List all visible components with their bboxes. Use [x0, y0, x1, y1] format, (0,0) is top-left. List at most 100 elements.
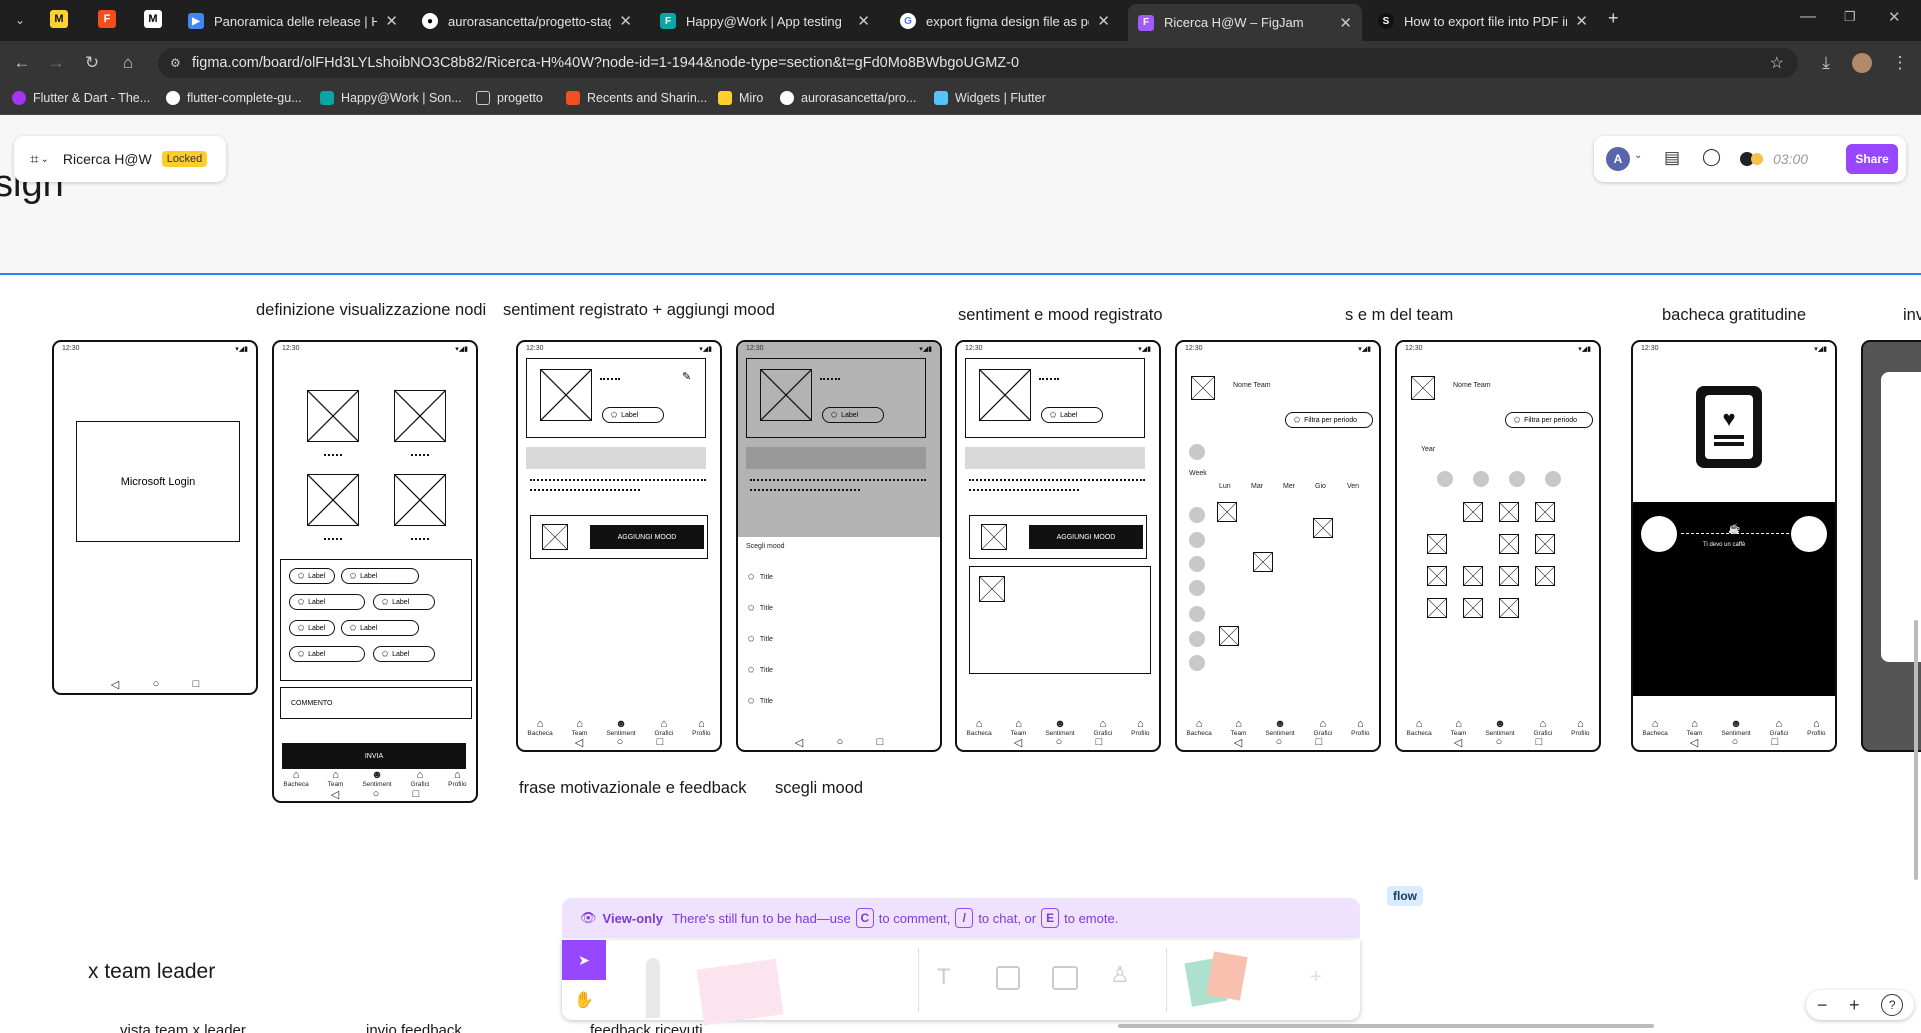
chip[interactable]: ⬠ Label — [602, 407, 664, 423]
file-name[interactable]: Ricerca H@W — [63, 151, 152, 167]
bookmark-recents[interactable]: Recents and Sharin... — [566, 91, 707, 105]
figma-icon: F — [1138, 14, 1154, 31]
chip[interactable]: ⬠ Label — [289, 620, 335, 636]
close-tab-icon[interactable]: ✕ — [385, 12, 398, 30]
timer-widget[interactable]: 03:00 — [1740, 147, 1826, 171]
site-info-icon[interactable]: ⚙ — [170, 56, 181, 70]
zoom-in-button[interactable]: + — [1849, 995, 1860, 1016]
mood-option[interactable]: ⬠ Title — [748, 666, 773, 674]
select-tool-button[interactable]: ➤ — [562, 940, 606, 980]
reload-icon[interactable]: ↻ — [80, 51, 104, 75]
minimize-window-button[interactable]: — — [1800, 8, 1816, 26]
mood-option[interactable]: ⬠ Title — [748, 635, 773, 643]
tab-figjam-active[interactable]: F Ricerca H@W – FigJam ✕ — [1128, 4, 1362, 41]
bookmark-aurorasancetta[interactable]: aurorasancetta/pro... — [780, 91, 916, 105]
tab-release[interactable]: ▶ Panoramica delle release | Happ✕ — [178, 6, 408, 36]
phone-scegli-mood[interactable]: 12:30 ▾◢▮ ⬠ Label Scegli mood ⬠ Title ⬠ T… — [736, 340, 942, 752]
phone-team-week[interactable]: 12:30 ▾◢▮ Nome Team ⬠ Filtra per periodo … — [1175, 340, 1381, 752]
avatar — [1473, 471, 1489, 487]
close-window-button[interactable]: ✕ — [1888, 8, 1901, 26]
status-icons: ▾◢▮ — [1578, 346, 1591, 353]
phone-team-year[interactable]: 12:30 ▾◢▮ Nome Team ⬠ Filtra per periodo … — [1395, 340, 1601, 752]
image-placeholder — [1191, 376, 1215, 400]
chip[interactable]: ⬠ Label — [1041, 407, 1103, 423]
aggiungi-mood-button[interactable]: AGGIUNGI MOOD — [590, 525, 704, 549]
gratitude-board[interactable]: ☕ Ti devo un caffè — [1633, 502, 1835, 696]
restore-window-button[interactable]: ❐ — [1844, 9, 1856, 25]
close-tab-icon[interactable]: ✕ — [1339, 14, 1352, 32]
bookmark-widgets-flutter[interactable]: Widgets | Flutter — [934, 91, 1046, 105]
tab-app-testing[interactable]: F Happy@Work | App testing ✕ — [650, 6, 880, 36]
mood-cell — [1463, 566, 1483, 586]
mood-option[interactable]: ⬠ Title — [748, 697, 773, 705]
mood-cell — [1499, 534, 1519, 554]
microsoft-login-box[interactable]: Microsoft Login — [76, 421, 240, 542]
bookmark-star-icon[interactable]: ☆ — [1770, 53, 1784, 73]
bookmark-happy-work[interactable]: Happy@Work | Son... — [320, 91, 462, 105]
phone-sentiment-registrato[interactable]: 12:30 ▾◢▮ ⬠ Label ✎ AGGIUNGI MOOD ⌂ Bachec… — [516, 340, 722, 752]
bookmark-progetto[interactable]: progetto — [476, 91, 543, 105]
comment-icon[interactable]: ◯ — [1702, 147, 1721, 167]
figma-slides-icon: F — [660, 13, 676, 29]
chevron-down-icon[interactable]: ⌄ — [40, 154, 48, 165]
close-tab-icon[interactable]: ✕ — [857, 12, 870, 30]
tab-export-pdf[interactable]: S How to export file into PDF in F ✕ — [1368, 6, 1598, 36]
new-tab-button[interactable]: + — [1608, 8, 1619, 29]
phone-cutoff[interactable] — [1861, 340, 1921, 752]
comment-field[interactable]: COMMENTO — [280, 687, 472, 719]
horizontal-scrollbar[interactable] — [1118, 1024, 1654, 1028]
day-label: Gio — [1315, 483, 1326, 490]
figma-menu-icon[interactable]: ⌗ — [30, 151, 38, 168]
medium-pinned-tab-icon[interactable]: M — [144, 10, 162, 28]
bottom-sheet[interactable]: Scegli mood ⬠ Title ⬠ Title ⬠ Title ⬠ Ti… — [738, 537, 940, 712]
bookmark-miro[interactable]: Miro — [718, 91, 763, 105]
bookmark-flutter-dart[interactable]: Flutter & Dart - The... — [12, 91, 150, 105]
bookmark-flutter-complete[interactable]: flutter-complete-gu... — [166, 91, 302, 105]
phone-login[interactable]: 12:30 ▾◢▮ Microsoft Login ◁ ○ □ — [52, 340, 258, 695]
close-tab-icon[interactable]: ✕ — [619, 12, 632, 30]
mood-option[interactable]: ⬠ Title — [748, 573, 773, 581]
miro-pinned-tab-icon[interactable]: M — [50, 10, 68, 28]
figjam-canvas[interactable]: sign definizione visualizzazione nodi se… — [0, 115, 1921, 1033]
flutter-icon — [934, 91, 948, 105]
chip[interactable]: ⬠ Label — [373, 594, 435, 610]
flow-section-tag[interactable]: flow — [1387, 886, 1423, 906]
tab-search-button[interactable]: ⌄ — [8, 8, 32, 32]
layout-icon[interactable]: ▤ — [1664, 148, 1680, 168]
chip[interactable]: ⬠ Label — [289, 594, 365, 610]
zoom-out-button[interactable]: − — [1817, 995, 1828, 1016]
help-button[interactable]: ? — [1881, 994, 1904, 1016]
google-icon: G — [900, 13, 916, 29]
figma-pinned-tab-icon[interactable]: F — [98, 10, 116, 28]
back-icon[interactable]: ← — [10, 51, 34, 75]
mood-option[interactable]: ⬠ Title — [748, 604, 773, 612]
share-button[interactable]: Share — [1846, 144, 1898, 174]
edit-pencil-icon[interactable]: ✎ — [682, 370, 691, 383]
download-icon[interactable]: ⤓ — [1814, 51, 1838, 75]
vertical-scrollbar[interactable] — [1914, 620, 1918, 880]
close-tab-icon[interactable]: ✕ — [1097, 12, 1110, 30]
hand-tool-button[interactable]: ✋ — [562, 980, 606, 1020]
chip[interactable]: ⬠ Label — [289, 646, 365, 662]
chip[interactable]: ⬠ Label — [373, 646, 435, 662]
phone-bacheca[interactable]: 12:30 ▾◢▮ ♥ ☕ Ti devo un caffè ⌂ Bacheca ⌂… — [1631, 340, 1837, 752]
phone-definizione[interactable]: 12:30 ▾◢▮ ⬠ Label ⬠ Label ⬠ Label ⬠ Label… — [272, 340, 478, 803]
chip[interactable]: ⬠ Label — [289, 568, 335, 584]
user-avatar[interactable]: A — [1606, 147, 1630, 171]
close-tab-icon[interactable]: ✕ — [1575, 12, 1588, 30]
tab-github[interactable]: ● aurorasancetta/progetto-stage ✕ — [412, 6, 642, 36]
home-icon[interactable]: ⌂ — [116, 51, 140, 75]
chip[interactable]: ⬠ Label — [341, 620, 419, 636]
tab-google-search[interactable]: G export figma design file as pdf ✕ — [890, 6, 1120, 36]
chip[interactable]: ⬠ Label — [341, 568, 419, 584]
phone-sentiment-mood[interactable]: 12:30 ▾◢▮ ⬠ Label AGGIUNGI MOOD ⌂ Bacheca … — [955, 340, 1161, 752]
aggiungi-mood-button[interactable]: AGGIUNGI MOOD — [1029, 525, 1143, 549]
chevron-down-icon[interactable]: ⌄ — [1634, 150, 1642, 161]
profile-avatar[interactable] — [1852, 53, 1872, 73]
more-menu-icon[interactable]: ⋮ — [1888, 51, 1912, 75]
address-bar[interactable]: ⚙ figma.com/board/olFHd3LYLshoibNO3C8b82… — [158, 48, 1798, 78]
filter-chip[interactable]: ⬠ Filtra per periodo — [1505, 412, 1593, 428]
forward-icon[interactable]: → — [44, 51, 68, 75]
filter-chip[interactable]: ⬠ Filtra per periodo — [1285, 412, 1373, 428]
android-nav-bar: ◁ ○ □ — [574, 736, 664, 749]
